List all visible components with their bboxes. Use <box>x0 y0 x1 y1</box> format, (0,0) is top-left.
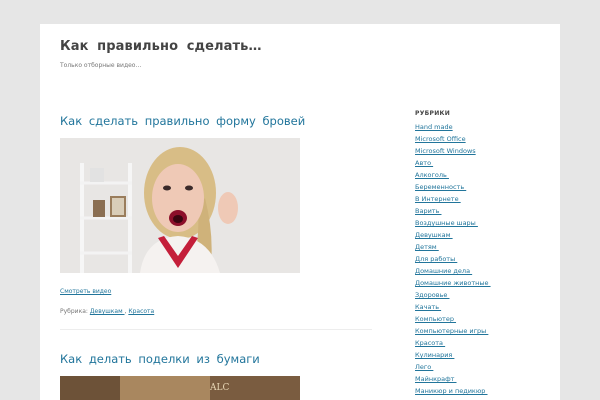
category-item: Девушкам <box>415 229 545 241</box>
category-link[interactable]: Детям <box>415 243 439 251</box>
category-label: Рубрика: <box>60 308 90 315</box>
post-title-1[interactable]: Как сделать правильно форму бровей <box>60 114 305 128</box>
category-item: Маникюр и педикюр <box>415 385 545 397</box>
categories-widget-title: РУБРИКИ <box>415 110 451 117</box>
category-item: В Интернете <box>415 193 545 205</box>
post-divider <box>60 329 372 330</box>
post-title-2[interactable]: Как делать поделки из бумаги <box>60 352 260 366</box>
thumbnail-text: ALC <box>209 383 229 393</box>
site-description: Только отборные видео… <box>60 62 142 69</box>
category-item: Майнкрафт <box>415 373 545 385</box>
category-link[interactable]: Для работы <box>415 255 457 263</box>
category-item: Microsoft Office <box>415 133 545 145</box>
category-link[interactable]: Маникюр и педикюр <box>415 387 488 395</box>
category-item: Воздушные шары <box>415 217 545 229</box>
category-link[interactable]: Девушкам <box>415 231 453 239</box>
category-item: Microsoft Windows <box>415 145 545 157</box>
category-item: Hand made <box>415 121 545 133</box>
category-link[interactable]: Майнкрафт <box>415 375 457 383</box>
category-link[interactable]: Красота <box>415 339 445 347</box>
watch-video-link[interactable]: Смотреть видео <box>60 288 111 295</box>
category-item: Для работы <box>415 253 545 265</box>
category-link[interactable]: Качать <box>415 303 441 311</box>
category-item: Кулинария <box>415 349 545 361</box>
category-link[interactable]: В Интернете <box>415 195 461 203</box>
category-link[interactable]: Лего <box>415 363 433 371</box>
category-item: Лего <box>415 361 545 373</box>
category-item: Красота <box>415 337 545 349</box>
category-link[interactable]: Беременность <box>415 183 466 191</box>
category-item: Авто <box>415 157 545 169</box>
category-item: Качать <box>415 301 545 313</box>
category-item: Беременность <box>415 181 545 193</box>
page-container: Как правильно сделать… Только отборные в… <box>40 24 560 400</box>
video-thumbnail-image <box>60 138 300 273</box>
category-link[interactable]: Воздушные шары <box>415 219 478 227</box>
category-link[interactable]: Домашние животные <box>415 279 491 287</box>
category-item: Здоровье <box>415 289 545 301</box>
video-thumbnail-2[interactable]: ALC <box>60 376 300 400</box>
category-item: Компьютерные игры <box>415 325 545 337</box>
post-meta: Рубрика: Девушкам , Красота <box>60 308 155 315</box>
category-item: Компьютер <box>415 313 545 325</box>
category-link[interactable]: Варить <box>415 207 441 215</box>
category-item: Варить <box>415 205 545 217</box>
video-thumbnail-1[interactable] <box>60 138 300 273</box>
category-item: Алкоголь <box>415 169 545 181</box>
category-link[interactable]: Домашние дела <box>415 267 472 275</box>
category-link[interactable]: Кулинария <box>415 351 454 359</box>
site-title[interactable]: Как правильно сделать… <box>60 39 262 54</box>
category-item: Детям <box>415 241 545 253</box>
category-link[interactable]: Microsoft Windows <box>415 147 476 155</box>
category-item: Домашние дела <box>415 265 545 277</box>
post-category-link[interactable]: Красота <box>128 308 154 315</box>
category-list: Hand made Microsoft Office Microsoft Windo… <box>415 121 545 397</box>
category-link[interactable]: Авто <box>415 159 433 167</box>
category-link[interactable]: Компьютер <box>415 315 456 323</box>
category-item: Домашние животные <box>415 277 545 289</box>
post-category-link[interactable]: Девушкам <box>90 308 125 315</box>
category-link[interactable]: Здоровье <box>415 291 449 299</box>
category-link[interactable]: Microsoft Office <box>415 135 466 143</box>
sidebar: РУБРИКИ Hand made Microsoft Office Microso… <box>415 110 545 397</box>
category-link[interactable]: Hand made <box>415 123 453 131</box>
video-thumbnail-image: ALC <box>60 376 300 400</box>
category-link[interactable]: Компьютерные игры <box>415 327 488 335</box>
category-link[interactable]: Алкоголь <box>415 171 449 179</box>
